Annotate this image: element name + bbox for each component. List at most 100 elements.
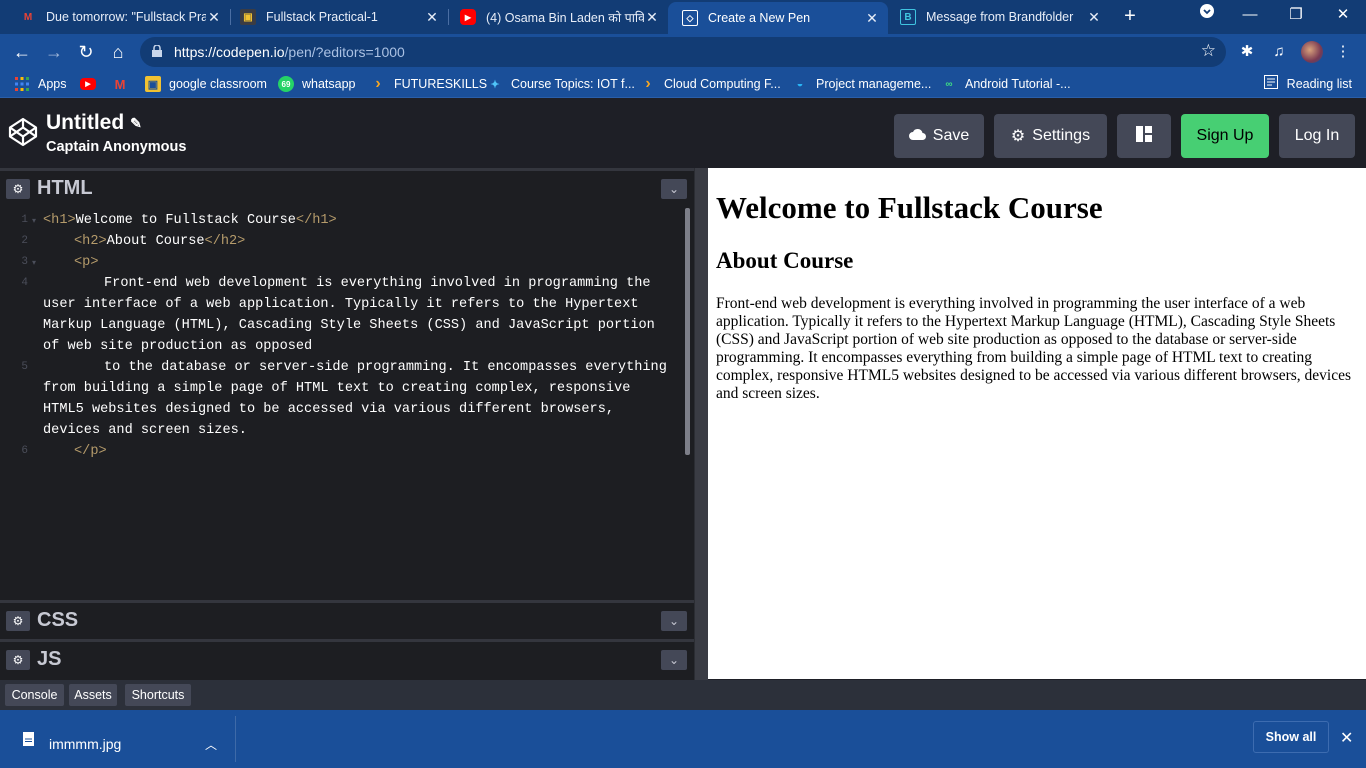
html-panel-header[interactable]: ⚙ HTML ⌄ [0, 168, 694, 206]
settings-button[interactable]: ⚙ Settings [994, 114, 1107, 158]
android-icon: ∞ [945, 78, 953, 90]
tab-brandfolder[interactable]: B Message from Brandfolder ✕ [886, 0, 1110, 34]
resize-divider[interactable] [694, 168, 708, 680]
url-text[interactable]: https://codepen.io/pen/?editors=1000 [174, 44, 405, 60]
codepen-footer: Console Assets Shortcuts [0, 680, 1366, 710]
tab-classroom[interactable]: ▣ Fullstack Practical-1 ✕ [226, 0, 448, 34]
back-icon[interactable]: ← [10, 40, 34, 64]
pen-title[interactable]: Untitled ✎ [46, 111, 142, 135]
assets-button[interactable]: Assets [69, 684, 117, 706]
close-icon[interactable]: ✕ [864, 10, 880, 27]
classroom-icon: ▣ [240, 9, 256, 25]
layout-icon [1136, 125, 1152, 147]
bookmark-futureskills[interactable]: › FUTURESKILLS [370, 75, 487, 93]
gear-icon[interactable]: ⚙ [6, 611, 30, 631]
chevron-down-icon[interactable]: ⌄ [661, 650, 687, 670]
save-button[interactable]: Save [894, 114, 984, 158]
bookmark-label: Android Tutorial -... [965, 77, 1071, 91]
bookmark-apps[interactable]: Apps [14, 75, 67, 93]
shortcuts-button[interactable]: Shortcuts [125, 684, 191, 706]
html-code-editor[interactable]: 1 ▾ 2 3 ▾ 4 5 6 <h1>Welcome to Fullstack… [0, 206, 694, 600]
preview-heading: Welcome to Fullstack Course [716, 190, 1103, 225]
reload-icon[interactable]: ↻ [74, 40, 98, 64]
close-icon[interactable]: ✕ [1086, 9, 1102, 26]
downloads-shelf: immmm.jpg ︿ Show all ✕ [0, 710, 1366, 768]
home-icon[interactable]: ⌂ [106, 40, 130, 64]
drop-icon: ◒ [796, 78, 804, 90]
code-tag: </p> [74, 444, 107, 459]
media-control-icon[interactable]: ♫ [1269, 42, 1289, 62]
console-button[interactable]: Console [5, 684, 64, 706]
classroom-icon: ▣ [145, 76, 161, 92]
tab-title: (4) Osama Bin Laden को पाकिस्तान [486, 10, 644, 25]
tab-create-new-pen[interactable]: ◇ Create a New Pen ✕ [668, 2, 888, 34]
address-bar[interactable]: https://codepen.io/pen/?editors=1000 ☆ [140, 37, 1226, 67]
bookmark-star-icon[interactable]: ☆ [1201, 41, 1216, 61]
bookmark-gmail[interactable]: M [112, 75, 136, 93]
bookmark-cloud-computing[interactable]: › Cloud Computing F... [640, 75, 780, 93]
sign-up-button[interactable]: Sign Up [1181, 114, 1269, 158]
pen-author: Captain Anonymous [46, 139, 187, 155]
gear-icon[interactable]: ⚙ [6, 650, 30, 670]
reading-list-label: Reading list [1286, 76, 1352, 91]
css-panel-title: CSS [37, 609, 79, 631]
line-number: 3 [21, 256, 28, 268]
download-file-name: immmm.jpg [49, 736, 122, 752]
fold-arrow-icon[interactable]: ▾ [32, 216, 36, 225]
bookmark-project-management[interactable]: ◒ Project manageme... [792, 75, 932, 93]
tab-youtube[interactable]: ▶ (4) Osama Bin Laden को पाकिस्तान ✕ [446, 0, 668, 34]
editor-scrollbar[interactable] [685, 208, 690, 455]
close-icon[interactable]: ✕ [206, 9, 222, 26]
gmail-icon: M [23, 11, 33, 23]
forward-icon[interactable]: → [42, 40, 66, 64]
log-in-button[interactable]: Log In [1279, 114, 1355, 158]
restore-icon[interactable]: ❐ [1273, 0, 1319, 32]
bookmark-youtube[interactable]: ▶ [80, 75, 104, 93]
tab-title: Fullstack Practical-1 [266, 10, 378, 24]
log-in-label: Log In [1294, 127, 1340, 144]
tab-search-icon[interactable] [1184, 0, 1230, 32]
chevron-down-icon[interactable]: ⌄ [661, 611, 687, 631]
codepen-header: Untitled ✎ Captain Anonymous Save ⚙ Sett… [0, 98, 1366, 168]
tab-title: Due tomorrow: "Fullstack Practical-1" [46, 10, 206, 24]
new-tab-button[interactable]: + [1118, 4, 1142, 28]
reading-list-icon [1263, 75, 1278, 92]
extensions-icon[interactable]: ✱ [1237, 42, 1257, 62]
layout-button[interactable] [1117, 114, 1171, 158]
line-number: 2 [21, 235, 28, 247]
codepen-icon: ◇ [682, 10, 698, 26]
minimize-icon[interactable]: — [1227, 0, 1273, 32]
code-tag: </h2> [204, 234, 246, 249]
bookmark-android-tutorial[interactable]: ∞ Android Tutorial -... [941, 75, 1071, 93]
js-panel-header[interactable]: ⚙ JS ⌄ [0, 639, 694, 680]
cloud-icon [908, 127, 926, 145]
close-icon[interactable]: ✕ [644, 9, 660, 26]
gear-icon[interactable]: ⚙ [6, 179, 30, 199]
pen-title-text: Untitled [46, 111, 125, 134]
show-all-button[interactable]: Show all [1253, 721, 1329, 753]
close-icon[interactable]: ✕ [1340, 728, 1353, 748]
css-panel-header[interactable]: ⚙ CSS ⌄ [0, 600, 694, 638]
codepen-logo-icon[interactable] [8, 117, 38, 147]
window-close-icon[interactable]: ✕ [1320, 0, 1366, 32]
bookmark-google-classroom[interactable]: ▣ google classroom [145, 75, 267, 93]
profile-avatar[interactable] [1301, 41, 1323, 63]
bookmark-whatsapp[interactable]: 69 whatsapp [278, 75, 356, 93]
fold-arrow-icon[interactable]: ▾ [32, 258, 36, 267]
close-icon[interactable]: ✕ [424, 9, 440, 26]
code-text: to the database or server-side programmi… [43, 360, 676, 438]
whatsapp-icon: 69 [278, 76, 294, 92]
menu-kebab-icon[interactable]: ⋮ [1333, 42, 1353, 62]
tab-gmail[interactable]: M Due tomorrow: "Fullstack Practical-1" … [6, 0, 230, 34]
pencil-icon[interactable]: ✎ [130, 115, 142, 132]
youtube-icon: ▶ [80, 78, 96, 90]
browser-tabstrip: M Due tomorrow: "Fullstack Practical-1" … [0, 0, 1366, 34]
reading-list[interactable]: Reading list [1263, 75, 1352, 92]
download-item[interactable]: immmm.jpg ︿ [0, 716, 236, 762]
chevron-down-icon[interactable]: ⌄ [661, 179, 687, 199]
bookmark-label: Course Topics: IOT f... [511, 77, 635, 91]
chevron-up-icon[interactable]: ︿ [205, 736, 217, 753]
line-number: 6 [21, 445, 28, 457]
settings-label: Settings [1032, 127, 1091, 144]
bookmark-course-topics[interactable]: ✦ Course Topics: IOT f... [487, 75, 635, 93]
